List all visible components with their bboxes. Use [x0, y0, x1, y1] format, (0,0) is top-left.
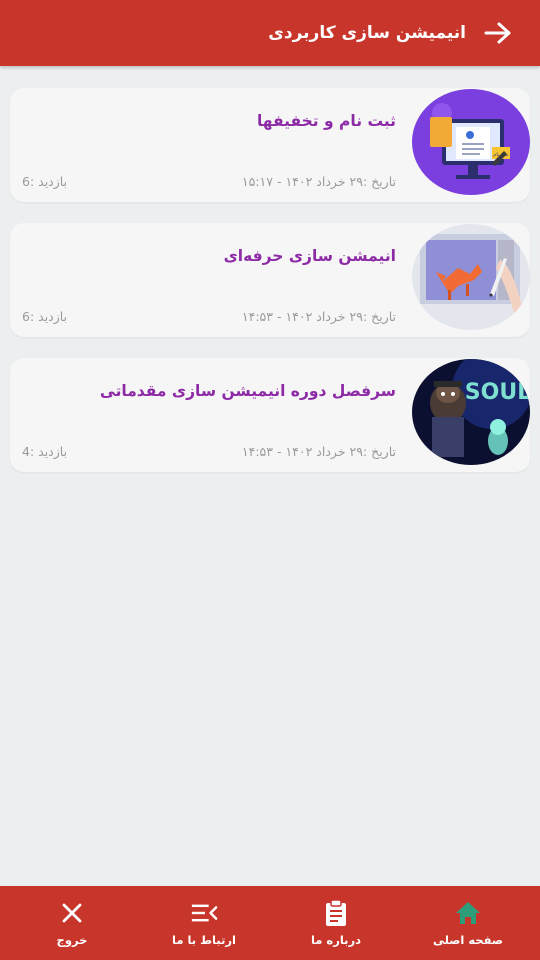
- nav-home[interactable]: صفحه اصلی: [403, 886, 533, 960]
- page-title: انیمیشن سازی کاربردی: [268, 23, 466, 43]
- nav-label: درباره ما: [310, 933, 361, 947]
- registration-illustration: ثبت نام: [412, 89, 530, 195]
- nav-about[interactable]: درباره ما: [271, 886, 401, 960]
- bottom-navigation: صفحه اصلی درباره ما ارتباط با ما خروج: [0, 886, 540, 960]
- app-header: انیمیشن سازی کاربردی: [0, 0, 540, 66]
- post-visits: بازدید :6: [22, 309, 68, 324]
- post-card-course-syllabus[interactable]: SOUL سرفصل دوره انیمیشن سازی مقدماتی تار…: [10, 358, 530, 472]
- nav-label: ارتباط با ما: [172, 933, 236, 947]
- post-thumbnail: ثبت نام: [412, 89, 530, 195]
- fox-drawing-illustration: [412, 224, 530, 330]
- nav-label: خروج: [56, 933, 88, 947]
- post-thumbnail: [412, 224, 530, 330]
- close-icon: [58, 899, 86, 927]
- thumb-caption: SOUL: [465, 380, 530, 405]
- post-thumbnail: SOUL: [412, 359, 530, 465]
- post-title: سرفصل دوره انیمیشن سازی مقدماتی: [99, 382, 396, 400]
- post-date: تاریخ :۲۹ خرداد ۱۴۰۲ - ۱۴:۵۳: [241, 444, 396, 459]
- back-button[interactable]: [482, 17, 514, 49]
- post-date: تاریخ :۲۹ خرداد ۱۴۰۲ - ۱۴:۵۳: [241, 309, 396, 324]
- post-card-professional-animation[interactable]: انیمشن سازی حرفه‌ای تاریخ :۲۹ خرداد ۱۴۰۲…: [10, 223, 530, 337]
- post-visits: بازدید :4: [22, 444, 68, 459]
- soul-movie-poster: SOUL: [412, 359, 530, 465]
- post-title: ثبت نام و تخفیفها: [256, 112, 396, 130]
- post-card-registration[interactable]: ثبت نام ثبت نام و تخفیفها تاریخ :۲۹ خردا…: [10, 88, 530, 202]
- nav-exit[interactable]: خروج: [7, 886, 137, 960]
- post-visits: بازدید :6: [22, 174, 68, 189]
- nav-contact[interactable]: ارتباط با ما: [139, 886, 269, 960]
- post-list: ثبت نام ثبت نام و تخفیفها تاریخ :۲۹ خردا…: [10, 88, 530, 493]
- nav-label: صفحه اصلی: [432, 933, 504, 947]
- arrow-right-icon: [484, 22, 511, 44]
- home-icon: [454, 899, 482, 927]
- clipboard-icon: [322, 899, 350, 927]
- post-title: انیمشن سازی حرفه‌ای: [223, 247, 396, 265]
- menu-collapse-icon: [190, 899, 218, 927]
- post-date: تاریخ :۲۹ خرداد ۱۴۰۲ - ۱۵:۱۷: [241, 174, 396, 189]
